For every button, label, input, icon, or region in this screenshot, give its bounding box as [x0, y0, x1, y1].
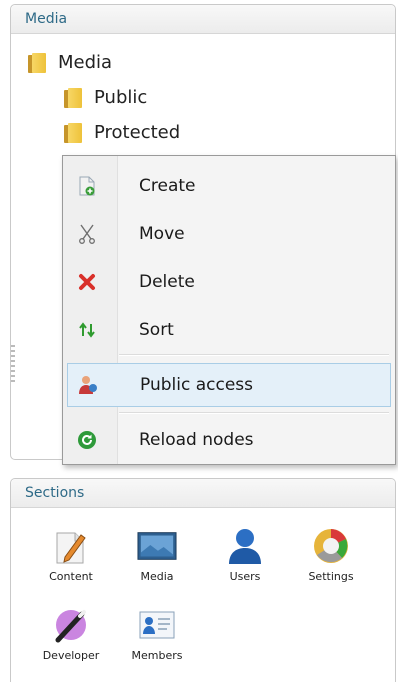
section-settings[interactable]: Settings — [296, 526, 366, 583]
sort-icon — [67, 321, 107, 339]
users-icon — [225, 526, 265, 566]
menu-item-reload-nodes[interactable]: Reload nodes — [67, 418, 391, 462]
menu-item-label: Public access — [140, 375, 253, 395]
scissors-icon — [67, 224, 107, 244]
section-label: Settings — [308, 570, 354, 583]
settings-icon — [311, 526, 351, 566]
folder-icon — [28, 52, 46, 73]
tree-node-protected[interactable]: Protected — [64, 122, 180, 143]
menu-separator — [119, 412, 389, 414]
menu-item-label: Sort — [139, 320, 174, 340]
content-icon — [51, 526, 91, 566]
tree-node-label: Media — [58, 52, 113, 73]
section-media[interactable]: Media — [122, 526, 192, 583]
tree-node-label: Protected — [94, 122, 181, 143]
members-icon — [137, 605, 177, 645]
folder-icon — [64, 122, 82, 143]
menu-item-public-access[interactable]: Public access — [67, 363, 391, 407]
menu-item-delete[interactable]: Delete — [67, 260, 391, 304]
panel-resize-handle[interactable] — [11, 345, 15, 385]
tree-node-media[interactable]: Media — [28, 52, 112, 73]
section-label: Media — [140, 570, 174, 583]
section-content[interactable]: Content — [36, 526, 106, 583]
menu-item-label: Create — [139, 176, 196, 196]
sections-panel-title: Sections — [11, 479, 395, 508]
tree-node-label: Public — [94, 87, 148, 108]
menu-item-create[interactable]: Create — [67, 164, 391, 208]
section-label: Members — [131, 649, 183, 662]
section-users[interactable]: Users — [210, 526, 280, 583]
create-icon — [67, 176, 107, 196]
section-developer[interactable]: Developer — [36, 605, 106, 662]
delete-icon — [67, 273, 107, 291]
developer-icon — [51, 605, 91, 645]
public-access-icon — [68, 375, 108, 395]
menu-item-label: Reload nodes — [139, 430, 254, 450]
folder-icon — [64, 87, 82, 108]
menu-item-move[interactable]: Move — [67, 212, 391, 256]
media-icon — [137, 526, 177, 566]
section-label: Content — [49, 570, 93, 583]
context-menu: Create Move Delete Sort Public access Re… — [62, 155, 396, 465]
media-panel-title: Media — [11, 5, 395, 34]
section-label: Users — [229, 570, 261, 583]
reload-icon — [67, 430, 107, 450]
menu-separator — [119, 354, 389, 356]
section-label: Developer — [42, 649, 100, 662]
menu-item-label: Move — [139, 224, 185, 244]
tree-node-public[interactable]: Public — [64, 87, 147, 108]
menu-item-label: Delete — [139, 272, 195, 292]
section-members[interactable]: Members — [122, 605, 192, 662]
menu-item-sort[interactable]: Sort — [67, 308, 391, 352]
